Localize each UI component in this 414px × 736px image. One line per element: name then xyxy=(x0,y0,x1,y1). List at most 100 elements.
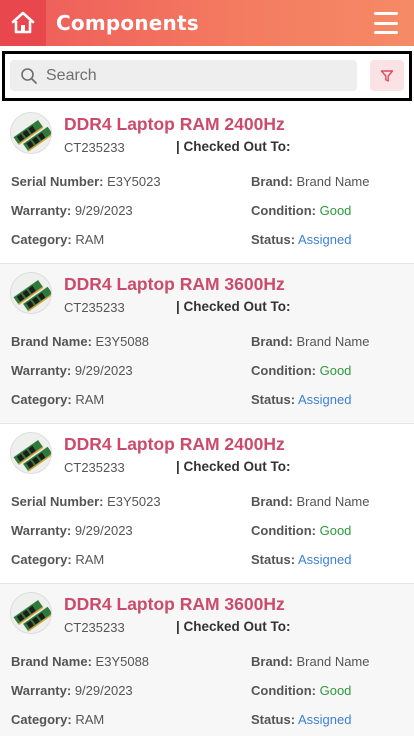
home-button[interactable] xyxy=(0,0,46,46)
condition-label: Condition: xyxy=(251,523,316,538)
condition-field: Condition: Good xyxy=(251,363,351,378)
status-label: Status: xyxy=(251,712,296,727)
filter-button[interactable] xyxy=(370,60,404,91)
id-value: E3Y5088 xyxy=(95,654,150,669)
status-value[interactable]: Assigned xyxy=(298,392,351,407)
checked-out-label: | Checked Out To: xyxy=(176,459,291,474)
category-value: RAM xyxy=(75,232,105,247)
component-list: DDR4 Laptop RAM 2400Hz CT235233 | Checke… xyxy=(0,104,414,736)
id-label: Brand Name: xyxy=(11,334,92,349)
warranty-label: Warranty: xyxy=(11,683,72,698)
component-name[interactable]: DDR4 Laptop RAM 2400Hz xyxy=(64,114,285,135)
search-placeholder: Search xyxy=(46,66,97,84)
component-card[interactable]: DDR4 Laptop RAM 2400Hz CT235233 | Checke… xyxy=(0,424,414,584)
brand-value: Brand Name xyxy=(296,174,370,189)
warranty-value: 9/29/2023 xyxy=(74,363,133,378)
component-name[interactable]: DDR4 Laptop RAM 3600Hz xyxy=(64,594,285,615)
category-label: Category: xyxy=(11,232,72,247)
home-icon xyxy=(11,11,35,34)
warranty-field: Warranty: 9/29/2023 xyxy=(11,683,133,698)
brand-label: Brand: xyxy=(251,494,293,509)
condition-label: Condition: xyxy=(251,363,316,378)
status-label: Status: xyxy=(251,552,296,567)
category-field: Category: RAM xyxy=(11,392,104,407)
search-input[interactable]: Search xyxy=(10,60,357,91)
component-code: CT235233 xyxy=(64,460,125,475)
checked-out-label: | Checked Out To: xyxy=(176,299,291,314)
category-label: Category: xyxy=(11,392,72,407)
id-field: Serial Number: E3Y5023 xyxy=(11,494,161,509)
component-name[interactable]: DDR4 Laptop RAM 3600Hz xyxy=(64,274,285,295)
condition-value: Good xyxy=(319,203,352,218)
condition-label: Condition: xyxy=(251,683,316,698)
brand-field: Brand: Brand Name xyxy=(251,654,370,669)
ram-thumbnail xyxy=(10,432,52,474)
warranty-label: Warranty: xyxy=(11,203,72,218)
category-label: Category: xyxy=(11,552,72,567)
condition-value: Good xyxy=(319,683,352,698)
condition-field: Condition: Good xyxy=(251,523,351,538)
condition-label: Condition: xyxy=(251,203,316,218)
component-name[interactable]: DDR4 Laptop RAM 2400Hz xyxy=(64,434,285,455)
warranty-value: 9/29/2023 xyxy=(74,523,133,538)
warranty-value: 9/29/2023 xyxy=(74,683,133,698)
page-title: Components xyxy=(56,11,199,35)
id-field: Brand Name: E3Y5088 xyxy=(11,334,149,349)
ram-thumbnail xyxy=(10,272,52,314)
component-card[interactable]: DDR4 Laptop RAM 3600Hz CT235233 | Checke… xyxy=(0,264,414,424)
component-code: CT235233 xyxy=(64,620,125,635)
hamburger-menu-icon[interactable] xyxy=(374,12,398,34)
component-card[interactable]: DDR4 Laptop RAM 3600Hz CT235233 | Checke… xyxy=(0,584,414,736)
status-field: Status: Assigned xyxy=(251,392,351,407)
warranty-field: Warranty: 9/29/2023 xyxy=(11,363,133,378)
app-header: Components xyxy=(0,0,414,46)
brand-label: Brand: xyxy=(251,654,293,669)
warranty-label: Warranty: xyxy=(11,363,72,378)
status-value[interactable]: Assigned xyxy=(298,712,351,727)
status-value[interactable]: Assigned xyxy=(298,552,351,567)
warranty-value: 9/29/2023 xyxy=(74,203,133,218)
warranty-label: Warranty: xyxy=(11,523,72,538)
ram-thumbnail xyxy=(10,112,52,154)
search-icon xyxy=(20,67,38,85)
checked-out-label: | Checked Out To: xyxy=(176,619,291,634)
category-value: RAM xyxy=(75,392,105,407)
brand-value: Brand Name xyxy=(296,654,370,669)
checked-out-label: | Checked Out To: xyxy=(176,139,291,154)
warranty-field: Warranty: 9/29/2023 xyxy=(11,523,133,538)
category-field: Category: RAM xyxy=(11,712,104,727)
id-value: E3Y5088 xyxy=(95,334,150,349)
condition-field: Condition: Good xyxy=(251,203,351,218)
brand-label: Brand: xyxy=(251,334,293,349)
category-field: Category: RAM xyxy=(11,232,104,247)
condition-field: Condition: Good xyxy=(251,683,351,698)
brand-value: Brand Name xyxy=(296,334,370,349)
status-value[interactable]: Assigned xyxy=(298,232,351,247)
status-field: Status: Assigned xyxy=(251,232,351,247)
status-label: Status: xyxy=(251,232,296,247)
search-bar: Search xyxy=(2,51,412,101)
category-value: RAM xyxy=(75,552,105,567)
id-label: Brand Name: xyxy=(11,654,92,669)
brand-value: Brand Name xyxy=(296,494,370,509)
component-code: CT235233 xyxy=(64,140,125,155)
component-code: CT235233 xyxy=(64,300,125,315)
component-card[interactable]: DDR4 Laptop RAM 2400Hz CT235233 | Checke… xyxy=(0,104,414,264)
status-label: Status: xyxy=(251,392,296,407)
id-field: Brand Name: E3Y5088 xyxy=(11,654,149,669)
id-value: E3Y5023 xyxy=(107,174,161,189)
warranty-field: Warranty: 9/29/2023 xyxy=(11,203,133,218)
id-label: Serial Number: xyxy=(11,174,104,189)
brand-field: Brand: Brand Name xyxy=(251,494,370,509)
brand-label: Brand: xyxy=(251,174,293,189)
id-label: Serial Number: xyxy=(11,494,104,509)
brand-field: Brand: Brand Name xyxy=(251,174,370,189)
category-field: Category: RAM xyxy=(11,552,104,567)
id-field: Serial Number: E3Y5023 xyxy=(11,174,161,189)
condition-value: Good xyxy=(319,523,352,538)
filter-icon xyxy=(380,69,394,82)
category-value: RAM xyxy=(75,712,105,727)
ram-thumbnail xyxy=(10,592,52,634)
id-value: E3Y5023 xyxy=(107,494,161,509)
status-field: Status: Assigned xyxy=(251,552,351,567)
